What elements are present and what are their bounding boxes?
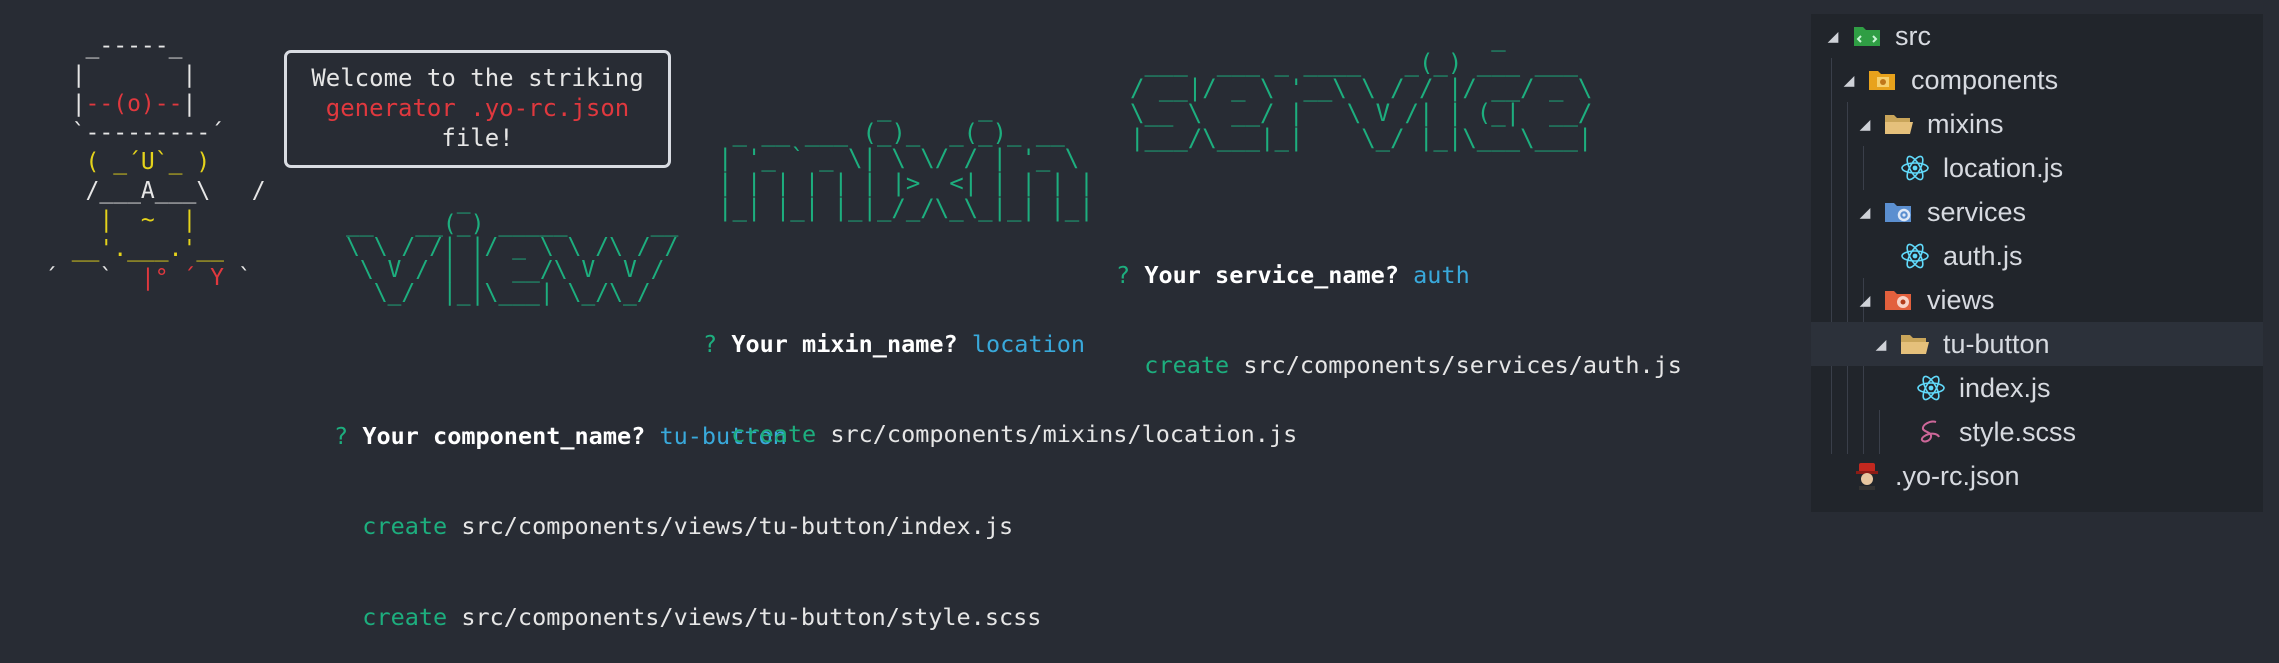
yeoman-chest: __'.___.'__ — [44, 236, 266, 262]
mixin-prompt-label: Your mixin_name? — [731, 329, 958, 358]
yeoman-hat-side-right: | — [182, 91, 197, 117]
tree-item-src[interactable]: ◢ src — [1811, 14, 2263, 58]
yeoman-beard: | ~ | — [44, 207, 266, 233]
yeoman-feet-mid: |° ´ Y — [140, 265, 225, 291]
tree-item-label: mixins — [1927, 108, 2004, 139]
tree-item-components[interactable]: ◢ components — [1811, 58, 2263, 102]
service-ascii-banner: _ ___ ___ _ ____ _(_) ___ ___ / __|/ _ \… — [1130, 24, 1593, 152]
yeoman-feet-right: ` — [224, 265, 252, 291]
mixin-ascii-banner: _ _ _ __ ___ (_)_ _(_)_ __ | '_ ` _ \| \… — [718, 94, 1094, 222]
expanded-triangle-icon[interactable]: ◢ — [1825, 28, 1841, 45]
src-folder-icon — [1851, 20, 1883, 52]
component-prompt-label: Your component_name? — [362, 421, 646, 450]
tree-item-label: views — [1927, 284, 1995, 315]
tree-item-views[interactable]: ◢ views — [1811, 278, 2263, 322]
tree-item-auth-js[interactable]: auth.js — [1811, 234, 2263, 278]
welcome-line-3: file! — [441, 124, 514, 152]
yeoman-brim: `---------´ — [44, 120, 252, 146]
tree-item-label: style.scss — [1959, 416, 2077, 447]
welcome-line-2: generator .yo-rc.json — [325, 94, 630, 122]
tree-item-label: services — [1927, 196, 2027, 227]
yeoman-hat-mid: | | — [44, 62, 238, 88]
tree-item-label: index.js — [1959, 372, 2051, 403]
tree-item-location-js[interactable]: location.js — [1811, 146, 2263, 190]
expanded-triangle-icon[interactable]: ◢ — [1841, 72, 1857, 89]
tree-item-label: .yo-rc.json — [1895, 460, 2020, 491]
yeoman-hat-top: _-----_ — [44, 33, 238, 59]
react-icon — [1899, 152, 1931, 184]
expanded-triangle-icon[interactable]: ◢ — [1857, 292, 1873, 309]
tree-item-label: src — [1895, 20, 1931, 51]
tree-item-services[interactable]: ◢ services — [1811, 190, 2263, 234]
tree-item-mixins[interactable]: ◢ mixins — [1811, 102, 2263, 146]
tree-item-style-scss[interactable]: style.scss — [1811, 410, 2263, 454]
tree-item-index-js[interactable]: index.js — [1811, 366, 2263, 410]
tree-item-label: location.js — [1943, 152, 2064, 183]
sass-icon — [1915, 416, 1947, 448]
welcome-line-1: Welcome to the striking — [311, 64, 644, 92]
create-line: create src/components/views/tu-button/st… — [362, 603, 1042, 632]
react-icon — [1915, 372, 1947, 404]
tree-item-tu-button[interactable]: ◢ tu-button — [1811, 322, 2263, 366]
expanded-triangle-icon[interactable]: ◢ — [1857, 204, 1873, 221]
view-ascii-banner: _ __ __(_) _____ __ \ \ / /| |/ _ \ \ /\… — [346, 188, 679, 306]
tree-item-label: components — [1911, 64, 2059, 95]
create-line: create src/components/mixins/location.js — [731, 420, 1298, 449]
service-prompt-label: Your service_name? — [1144, 260, 1399, 289]
components-folder-icon — [1867, 64, 1899, 96]
service-prompt: ? Your service_name? auth — [1116, 260, 1470, 289]
tree-item-label: auth.js — [1943, 240, 2023, 271]
service-prompt-block: ? Your service_name? auth create src/com… — [1116, 199, 1682, 411]
file-explorer: ◢ src ◢ components ◢ mixins location.js … — [1811, 14, 2263, 512]
welcome-bubble: Welcome to the striking generator .yo-rc… — [284, 50, 671, 168]
service-prompt-answer: auth — [1413, 260, 1470, 289]
views-folder-icon — [1883, 284, 1915, 316]
expanded-triangle-icon[interactable]: ◢ — [1873, 336, 1889, 353]
folder-open-icon — [1899, 328, 1931, 360]
yeoman-hat-side: | — [44, 91, 86, 117]
yeoman-arms: /___A___\ / — [44, 178, 266, 204]
folder-open-icon — [1883, 108, 1915, 140]
yeoman-feet-left: ´ ` — [44, 265, 141, 291]
services-folder-icon — [1883, 196, 1915, 228]
yeoman-icon — [1851, 460, 1883, 492]
expanded-triangle-icon[interactable]: ◢ — [1857, 116, 1873, 133]
yeoman-face: ( _´U`_ ) — [44, 149, 252, 175]
create-line: create src/components/views/tu-button/in… — [362, 512, 1014, 541]
mixin-prompt-answer: location — [971, 329, 1086, 358]
yeoman-ascii-art: _-----_ | | |--(o)--| `---------´ ( _´U`… — [44, 32, 266, 293]
yeoman-eye: --(o)-- — [85, 91, 183, 117]
tree-item-yo-rc-json[interactable]: .yo-rc.json — [1811, 454, 2263, 498]
tree-item-label: tu-button — [1943, 328, 2050, 359]
react-icon — [1899, 240, 1931, 272]
create-line: create src/components/services/auth.js — [1144, 351, 1682, 380]
